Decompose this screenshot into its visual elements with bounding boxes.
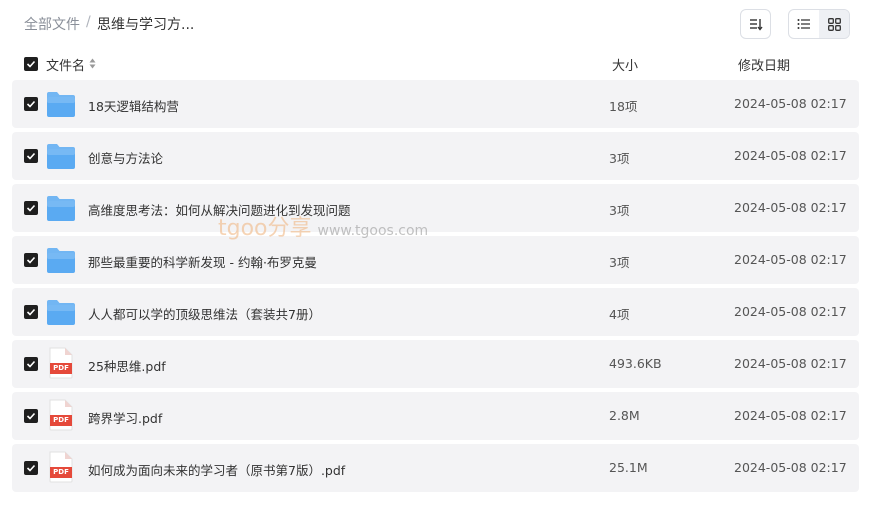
sort-icon: [749, 19, 763, 31]
row-checkbox[interactable]: [24, 149, 38, 163]
file-row[interactable]: 人人都可以学的顶级思维法（套装共7册） 4项 2024-05-08 02:17: [12, 288, 859, 336]
check-icon: [26, 360, 36, 368]
check-icon: [26, 204, 36, 212]
row-checkbox[interactable]: [24, 305, 38, 319]
row-checkbox[interactable]: [24, 97, 38, 111]
file-date: 2024-05-08 02:17: [734, 408, 847, 423]
row-checkbox[interactable]: [24, 461, 38, 475]
file-size: 2.8M: [609, 408, 640, 423]
folder-icon: [46, 246, 76, 274]
column-size-header: 大小: [612, 59, 639, 74]
file-date: 2024-05-08 02:17: [734, 304, 847, 319]
check-icon: [26, 308, 36, 316]
sort-button[interactable]: [740, 9, 771, 39]
view-toggle: [788, 9, 850, 39]
file-date: 2024-05-08 02:17: [734, 356, 847, 371]
check-icon: [26, 152, 36, 160]
pdf-badge: PDF: [53, 468, 69, 476]
sort-toggle-icon[interactable]: [89, 58, 96, 69]
check-icon: [26, 412, 36, 420]
file-date: 2024-05-08 02:17: [734, 460, 847, 475]
check-icon: [26, 100, 36, 108]
check-icon: [26, 464, 36, 472]
file-date: 2024-05-08 02:17: [734, 252, 847, 267]
file-size: 25.1M: [609, 460, 648, 475]
row-checkbox[interactable]: [24, 357, 38, 371]
file-row[interactable]: 18天逻辑结构营 18项 2024-05-08 02:17: [12, 80, 859, 128]
file-row[interactable]: 创意与方法论 3项 2024-05-08 02:17: [12, 132, 859, 180]
file-name[interactable]: 高维度思考法：如何从解决问题进化到发现问题: [88, 200, 351, 219]
check-icon: [26, 256, 36, 264]
list-view-button[interactable]: [789, 10, 819, 38]
breadcrumb-current: 思维与学习方...: [97, 17, 195, 33]
grid-view-button[interactable]: [819, 10, 849, 38]
file-date: 2024-05-08 02:17: [734, 96, 847, 111]
top-bar: 全部文件 / 思维与学习方...: [0, 0, 874, 48]
folder-icon: [46, 142, 76, 170]
folder-icon: [46, 298, 76, 326]
file-row[interactable]: 高维度思考法：如何从解决问题进化到发现问题 3项 2024-05-08 02:17: [12, 184, 859, 232]
breadcrumb-separator: /: [86, 14, 91, 30]
select-all-checkbox[interactable]: [24, 57, 38, 71]
row-checkbox[interactable]: [24, 201, 38, 215]
file-date: 2024-05-08 02:17: [734, 148, 847, 163]
file-row[interactable]: PDF 如何成为面向未来的学习者（原书第7版）.pdf 25.1M 2024-05-0…: [12, 444, 859, 492]
file-name[interactable]: 那些最重要的科学新发现 - 约翰·布罗克曼: [88, 252, 317, 271]
file-name[interactable]: 创意与方法论: [88, 148, 163, 167]
breadcrumb-root[interactable]: 全部文件: [24, 14, 80, 34]
file-row[interactable]: PDF 25种思维.pdf 493.6KB 2024-05-08 02:17: [12, 340, 859, 388]
row-checkbox[interactable]: [24, 409, 38, 423]
column-name-header[interactable]: 文件名: [46, 55, 85, 74]
pdf-file-icon: PDF: [46, 347, 76, 379]
pdf-badge: PDF: [53, 416, 69, 424]
pdf-file-icon: PDF: [46, 399, 76, 431]
file-name[interactable]: 18天逻辑结构营: [88, 96, 179, 115]
file-size: 3项: [609, 255, 630, 270]
folder-icon: [46, 194, 76, 222]
column-date-header: 修改日期: [738, 59, 791, 74]
check-icon: [26, 60, 36, 68]
grid-view-icon: [827, 17, 841, 31]
file-size: 493.6KB: [609, 356, 662, 371]
file-name[interactable]: 25种思维.pdf: [88, 356, 166, 375]
file-size: 4项: [609, 307, 630, 322]
folder-icon: [46, 90, 76, 118]
file-name[interactable]: 人人都可以学的顶级思维法（套装共7册）: [88, 304, 321, 323]
file-row[interactable]: 那些最重要的科学新发现 - 约翰·布罗克曼 3项 2024-05-08 02:17: [12, 236, 859, 284]
row-checkbox[interactable]: [24, 253, 38, 267]
file-name[interactable]: 如何成为面向未来的学习者（原书第7版）.pdf: [88, 460, 345, 479]
file-size: 18项: [609, 99, 638, 114]
pdf-file-icon: PDF: [46, 451, 76, 483]
column-header: 文件名 大小 修改日期: [0, 52, 874, 76]
file-date: 2024-05-08 02:17: [734, 200, 847, 215]
file-list: 18天逻辑结构营 18项 2024-05-08 02:17 创意与方法论 3项 2024…: [12, 80, 859, 496]
file-size: 3项: [609, 151, 630, 166]
pdf-badge: PDF: [53, 364, 69, 372]
file-size: 3项: [609, 203, 630, 218]
file-name[interactable]: 跨界学习.pdf: [88, 408, 162, 427]
list-view-icon: [797, 19, 810, 29]
file-row[interactable]: PDF 跨界学习.pdf 2.8M 2024-05-08 02:17: [12, 392, 859, 440]
